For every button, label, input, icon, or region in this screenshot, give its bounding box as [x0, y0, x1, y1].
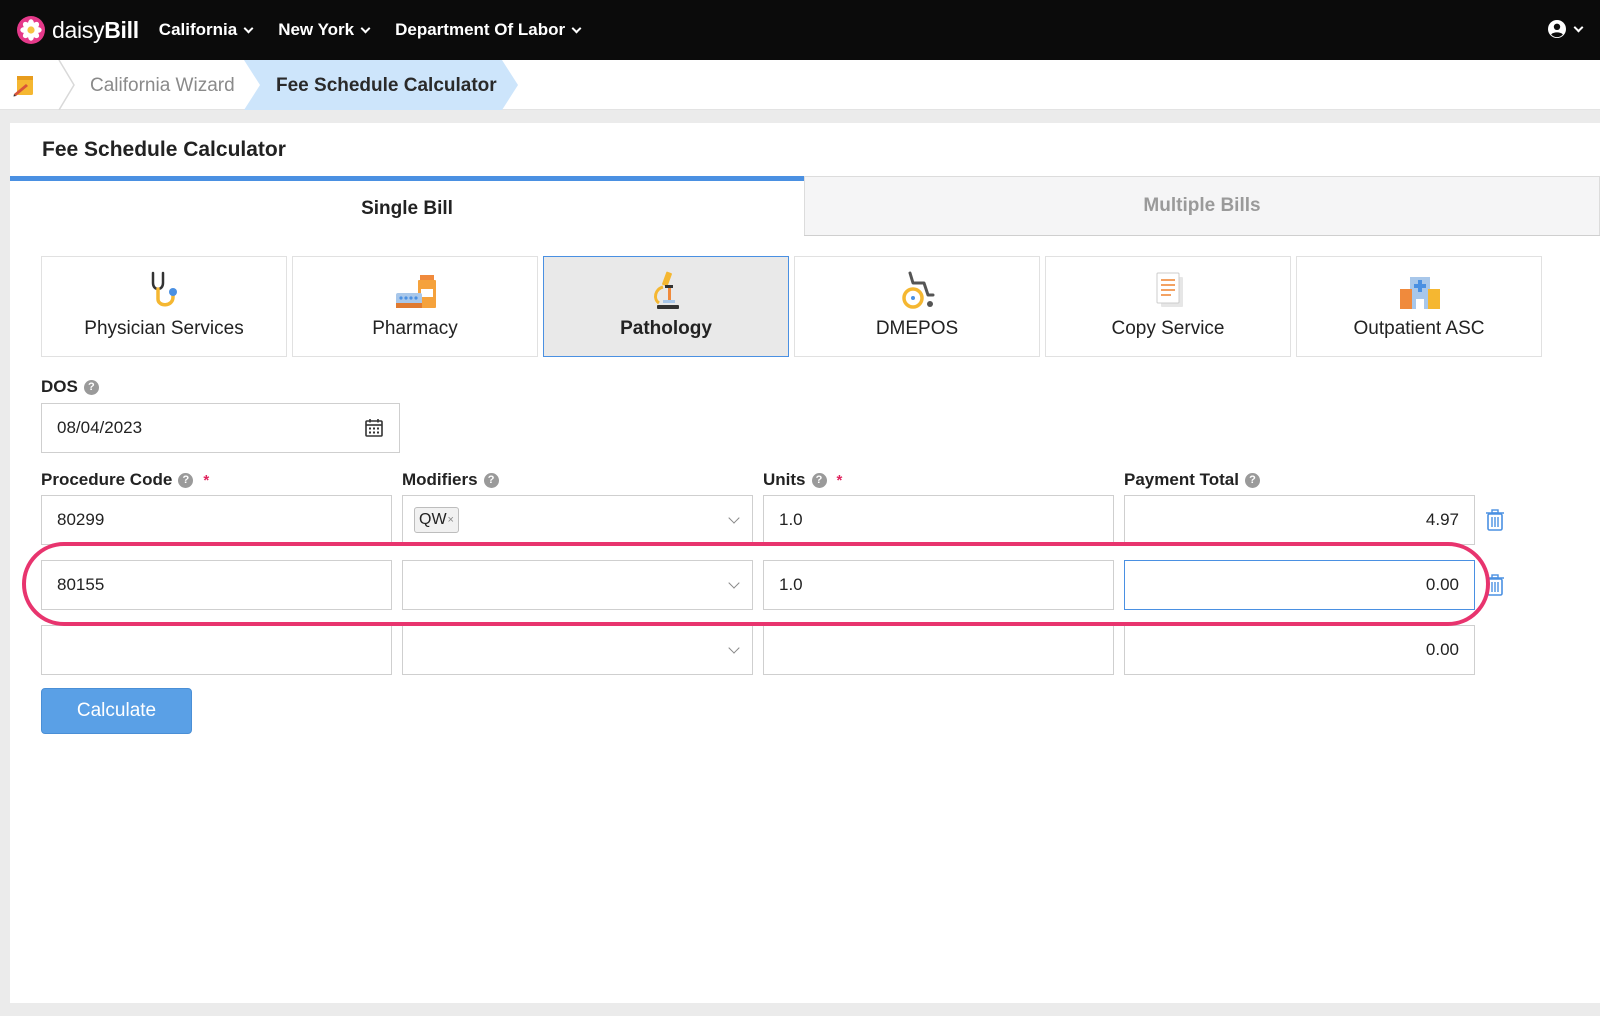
procedure-code-label-text: Procedure Code [41, 470, 173, 489]
modifiers-label-text: Modifiers [402, 470, 478, 489]
category-pathology[interactable]: Pathology [543, 256, 789, 357]
page-title: Fee Schedule Calculator [42, 138, 286, 161]
category-dmepos[interactable]: DMEPOS [794, 256, 1040, 357]
category-label: Outpatient ASC [1353, 318, 1485, 339]
dos-value: 08/04/2023 [57, 418, 143, 437]
category-pharmacy[interactable]: Pharmacy [292, 256, 538, 357]
chevron-down-icon[interactable] [728, 512, 740, 524]
breadcrumb-california-wizard[interactable]: California Wizard [90, 75, 235, 97]
breadcrumb-fee-schedule-calculator[interactable]: Fee Schedule Calculator [276, 75, 497, 97]
nav-item-california[interactable]: California [158, 20, 254, 40]
units-input[interactable]: 1.0 [763, 495, 1114, 545]
trash-icon[interactable] [1485, 574, 1505, 596]
calendar-icon[interactable] [365, 418, 383, 437]
payment-total-value: 0.00 [1425, 640, 1459, 659]
payment-total-label: Payment Total ? [1124, 470, 1260, 490]
modifier-tag-label: QW [419, 511, 447, 528]
category-physician-services[interactable]: Physician Services [41, 256, 287, 357]
units-label: Units ? * [763, 470, 842, 490]
microscope-icon [654, 271, 679, 309]
pharmacy-icon [396, 275, 436, 308]
category-copy-service[interactable]: Copy Service [1045, 256, 1291, 357]
procedure-code-label: Procedure Code ? * [41, 470, 209, 490]
category-label: Physician Services [84, 318, 244, 339]
top-nav: daisyBill California New York Department… [0, 0, 1600, 60]
dos-date-input[interactable]: 08/04/2023 [41, 403, 400, 453]
trash-icon[interactable] [1485, 509, 1505, 531]
chevron-down-icon [243, 23, 254, 33]
notepad-home-icon[interactable] [12, 72, 38, 98]
payment-total-value: 0.00 [1425, 575, 1459, 594]
units-input[interactable]: 1.0 [763, 560, 1114, 610]
brand-name-bold: Bill [104, 16, 139, 43]
calculate-button[interactable]: Calculate [41, 688, 192, 734]
procedure-code-input[interactable]: 80155 [41, 560, 392, 610]
user-menu[interactable] [1547, 19, 1584, 39]
category-label: DMEPOS [875, 318, 959, 339]
document-icon [1156, 272, 1183, 307]
category-outpatient-asc[interactable]: Outpatient ASC [1296, 256, 1542, 357]
required-marker: * [203, 471, 210, 489]
wheelchair-icon [902, 271, 935, 309]
payment-total-field: 0.00 [1124, 625, 1475, 675]
tab-divider [804, 235, 1600, 236]
modifiers-label: Modifiers ? [402, 470, 499, 490]
units-value: 1.0 [779, 510, 803, 529]
calculator-card: Fee Schedule Calculator Single Bill Mult… [10, 123, 1600, 1003]
daisy-logo-icon [17, 16, 45, 44]
chevron-down-icon [360, 23, 371, 33]
help-icon[interactable]: ? [1244, 472, 1260, 488]
chevron-down-icon [571, 23, 582, 33]
chevron-down-icon[interactable] [728, 577, 740, 589]
brand-name-light: daisy [52, 16, 105, 43]
category-label: Copy Service [1111, 318, 1225, 339]
help-icon[interactable]: ? [483, 472, 499, 488]
nav-item-label: New York [278, 20, 355, 39]
units-input[interactable] [763, 625, 1114, 675]
nav-item-label: California [158, 20, 238, 39]
breadcrumb-separator [58, 60, 75, 110]
help-icon[interactable]: ? [83, 379, 99, 395]
procedure-code-input[interactable] [41, 625, 392, 675]
chevron-down-icon [1573, 22, 1584, 32]
stethoscope-icon [151, 271, 177, 307]
payment-total-label-text: Payment Total [1124, 470, 1239, 489]
modifiers-select[interactable] [402, 625, 753, 675]
user-icon [1548, 20, 1566, 38]
remove-tag-icon[interactable]: × [448, 514, 454, 526]
help-icon[interactable]: ? [178, 472, 194, 488]
procedure-code-value: 80155 [57, 575, 105, 594]
payment-total-value: 4.97 [1425, 510, 1459, 529]
modifiers-select[interactable]: QW × [402, 495, 753, 545]
procedure-code-value: 80299 [57, 510, 105, 529]
chevron-down-icon[interactable] [728, 642, 740, 654]
units-value: 1.0 [779, 575, 803, 594]
brand-name: daisyBill [52, 17, 139, 44]
payment-total-field: 4.97 [1124, 495, 1475, 545]
modifiers-select[interactable] [402, 560, 753, 610]
tab-multiple-bills[interactable]: Multiple Bills [804, 176, 1600, 236]
category-label: Pathology [620, 318, 712, 339]
modifier-tag: QW × [414, 507, 459, 533]
tab-single-bill[interactable]: Single Bill [10, 176, 804, 236]
category-label: Pharmacy [372, 318, 458, 339]
nav-item-new-york[interactable]: New York [278, 20, 371, 40]
dos-label: DOS ? [41, 377, 99, 397]
hospital-icon [1400, 277, 1440, 309]
breadcrumb: California Wizard Fee Schedule Calculato… [0, 60, 1600, 110]
help-icon[interactable]: ? [811, 472, 827, 488]
nav-item-label: Department Of Labor [395, 20, 566, 39]
units-label-text: Units [763, 470, 806, 489]
nav-menu: California New York Department Of Labor [159, 20, 606, 40]
required-marker: * [836, 471, 843, 489]
procedure-code-input[interactable]: 80299 [41, 495, 392, 545]
nav-item-department-of-labor[interactable]: Department Of Labor [395, 20, 582, 40]
dos-label-text: DOS [41, 377, 78, 396]
payment-total-field: 0.00 [1124, 560, 1475, 610]
brand[interactable]: daisyBill [17, 16, 139, 44]
